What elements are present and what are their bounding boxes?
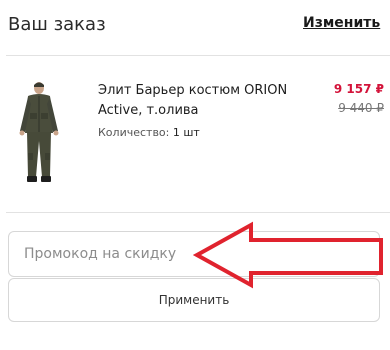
quantity-value: 1 шт [172,126,200,139]
top-divider [6,55,390,56]
left-arrow-annotation-icon [193,221,383,289]
product-name[interactable]: Элит Барьер костюм ORION Active, т.олива [98,81,298,121]
product-image [19,82,59,182]
product-quantity: Количество: 1 шт [98,126,200,139]
price-old: 9 440 ₽ [338,101,384,115]
change-order-link[interactable]: Изменить [303,15,380,31]
quantity-label: Количество: [98,126,170,139]
price-current: 9 157 ₽ [333,82,384,96]
middle-divider [6,212,390,213]
order-title: Ваш заказ [8,14,106,35]
